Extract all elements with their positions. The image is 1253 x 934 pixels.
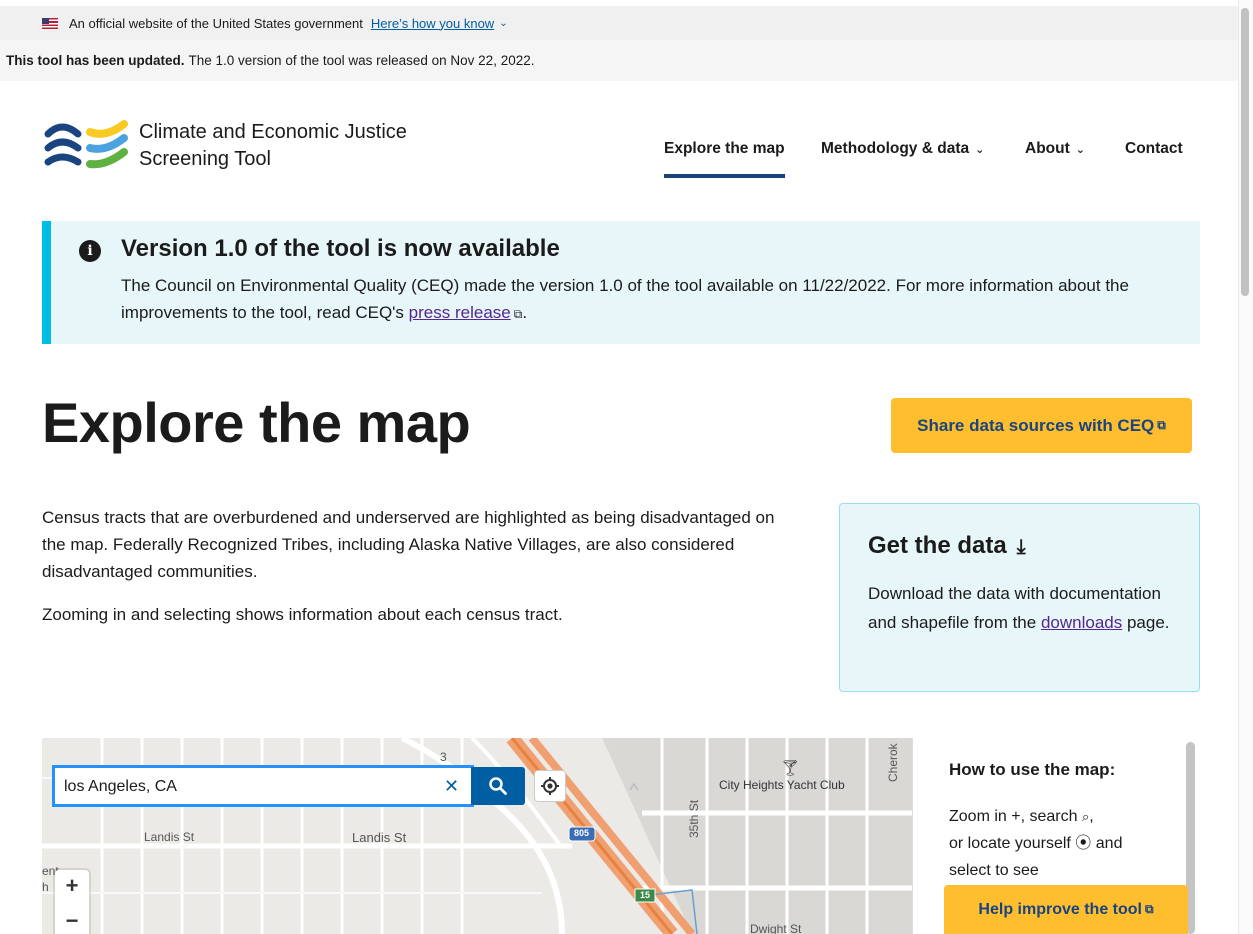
external-link-icon: ⧉ xyxy=(1145,902,1154,916)
locate-icon: ⦿ xyxy=(1075,835,1092,852)
get-the-data-card: Get the data ⤓ Download the data with doc… xyxy=(839,503,1200,692)
locate-icon xyxy=(541,777,559,795)
how-to-use-title: How to use the map: xyxy=(949,760,1116,779)
info-icon: i xyxy=(79,240,101,262)
site-title-line2: Screening Tool xyxy=(139,148,271,170)
chevron-down-icon[interactable]: ⌄ xyxy=(499,18,507,29)
map-label-i805: 805 xyxy=(574,828,590,838)
nav-contact[interactable]: Contact xyxy=(1125,140,1183,158)
locate-me-button[interactable] xyxy=(534,770,566,802)
search-icon: ⌕ xyxy=(1081,809,1090,824)
cejst-logo-icon[interactable] xyxy=(44,118,130,174)
heres-how-you-know-link[interactable]: Here’s how you know xyxy=(371,16,494,31)
alert-body-text: The Council on Environmental Quality (CE… xyxy=(121,276,1129,322)
nav-methodology[interactable]: Methodology & data ⌄ xyxy=(821,140,984,158)
get-the-data-title: Get the data ⤓ xyxy=(868,532,1026,560)
page-title: Explore the map xyxy=(42,391,471,454)
map-label-cherok: Cherok xyxy=(886,743,900,782)
download-icon: ⤓ xyxy=(1016,536,1026,558)
nav-explore-map[interactable]: Explore the map xyxy=(664,140,785,158)
us-flag-icon xyxy=(42,17,58,29)
update-notice-bold: This tool has been updated. xyxy=(6,53,185,68)
chevron-down-icon: ⌄ xyxy=(975,144,985,156)
zoom-plus-icon: + xyxy=(1011,808,1021,825)
help-improve-label: Help improve the tool xyxy=(978,900,1142,918)
downloads-link[interactable]: downloads xyxy=(1041,613,1122,632)
how-to-text-3: or locate yourself xyxy=(949,835,1071,852)
site-title[interactable]: Climate and Economic Justice Screening T… xyxy=(139,119,407,173)
nav-about-label: About xyxy=(1025,140,1070,157)
gov-banner-text: An official website of the United States… xyxy=(69,15,363,31)
version-alert: i Version 1.0 of the tool is now availab… xyxy=(42,221,1200,344)
get-the-data-body: Download the data with documentation and… xyxy=(868,579,1178,637)
nav-about[interactable]: About ⌄ xyxy=(1025,140,1085,158)
clear-search-icon[interactable]: ✕ xyxy=(444,776,459,797)
intro-paragraph: Census tracts that are overburdened and … xyxy=(42,508,775,581)
zoom-out-button[interactable]: − xyxy=(55,908,89,934)
how-to-text-5: select to see xyxy=(949,862,1039,879)
alert-title: Version 1.0 of the tool is now available xyxy=(121,235,560,262)
map-label-route15: 15 xyxy=(640,890,651,900)
gov-banner: An official website of the United States… xyxy=(0,6,1238,40)
cocktail-icon: 🍸︎ xyxy=(780,760,801,777)
map-search-input[interactable] xyxy=(64,774,424,800)
intro-paragraph-2: Zooming in and selecting shows informati… xyxy=(42,605,563,624)
nav-explore-map-label: Explore the map xyxy=(664,140,785,157)
map-label-landis-st: Landis St xyxy=(144,830,195,844)
get-the-data-title-text: Get the data xyxy=(868,532,1007,559)
site-title-line1: Climate and Economic Justice xyxy=(139,121,407,143)
share-data-sources-button[interactable]: Share data sources with CEQ ⧉ xyxy=(891,398,1192,453)
map-label-35th-st: 35th St xyxy=(687,799,701,838)
map-label-dwight-st: Dwight St xyxy=(750,922,802,934)
nav-contact-label: Contact xyxy=(1125,140,1183,157)
how-to-text-1: Zoom in xyxy=(949,808,1007,825)
zoom-in-button[interactable]: + xyxy=(55,873,89,899)
get-the-data-text-end: page. xyxy=(1126,613,1170,632)
update-notice-text: The 1.0 version of the tool was released… xyxy=(188,53,535,68)
map-label-num: 3 xyxy=(440,750,447,764)
nav-active-underline xyxy=(664,174,785,178)
map-label-yacht-club: City Heights Yacht Club xyxy=(719,778,845,792)
zoom-controls: + − xyxy=(55,870,89,934)
page-scrollbar-thumb[interactable] xyxy=(1241,8,1249,296)
nav-methodology-label: Methodology & data xyxy=(821,140,970,157)
map-label-edge-2: h xyxy=(42,880,49,894)
alert-body-end: . xyxy=(522,303,528,322)
help-improve-button[interactable]: Help improve the tool ⧉ xyxy=(944,885,1188,934)
chevron-down-icon: ⌄ xyxy=(1075,144,1085,156)
alert-body: The Council on Environmental Quality (CE… xyxy=(121,272,1181,328)
map-label-landis-st-2: Landis St xyxy=(352,830,407,845)
external-link-icon: ⧉ xyxy=(1157,418,1166,432)
map-search-button[interactable] xyxy=(471,767,525,805)
map-search-box: ✕ xyxy=(52,765,474,807)
how-to-text-2: , search xyxy=(1020,808,1078,825)
search-icon xyxy=(489,777,507,795)
share-data-sources-label: Share data sources with CEQ xyxy=(917,415,1155,435)
how-to-use-body: Zoom in +, search ⌕, or locate yourself … xyxy=(949,803,1159,884)
how-to-text-4: and xyxy=(1095,835,1123,852)
press-release-link[interactable]: press release xyxy=(409,303,511,322)
update-notice: This tool has been updated. The 1.0 vers… xyxy=(0,40,1238,81)
